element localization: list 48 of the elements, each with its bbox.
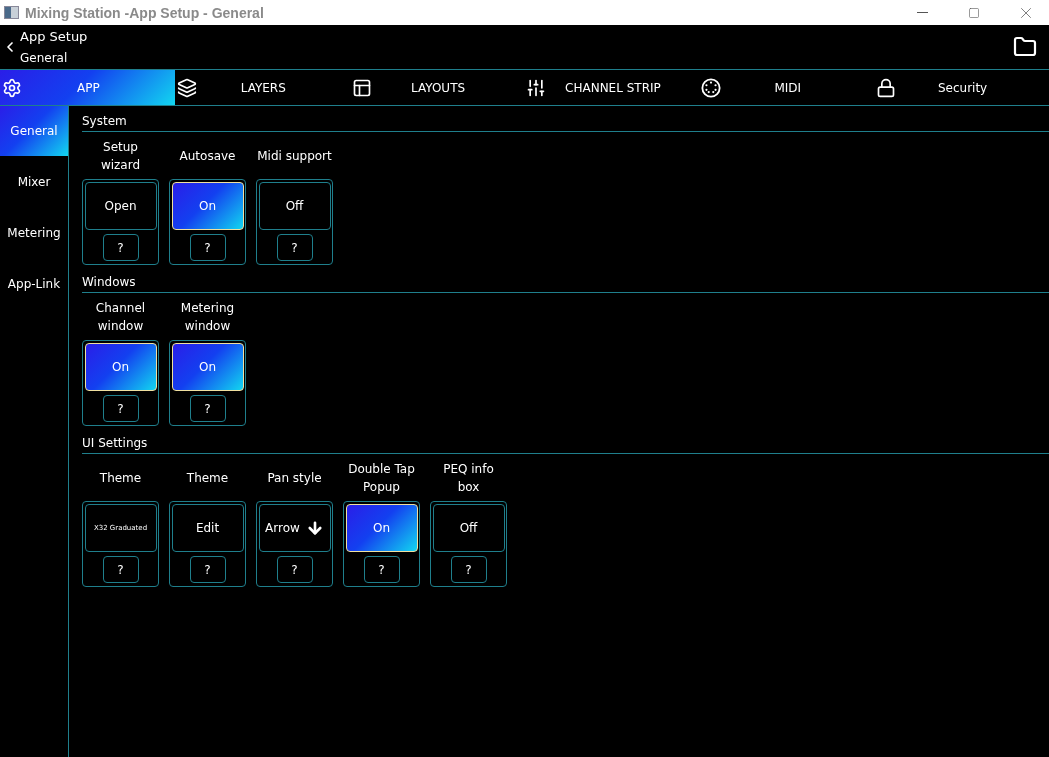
toggle-button[interactable]: On xyxy=(84,343,157,391)
sliders-icon xyxy=(526,77,547,98)
setting-label: Pan style xyxy=(266,470,323,487)
setting-label: Channel window xyxy=(94,300,147,335)
setting-button[interactable]: Open xyxy=(84,182,157,230)
toggle-button[interactable]: Off xyxy=(258,182,331,230)
setting-label: Theme xyxy=(185,470,230,487)
help-button[interactable]: ? xyxy=(363,556,400,583)
setting-label: Autosave xyxy=(178,148,237,165)
minimize-icon xyxy=(916,12,928,13)
maximize-icon xyxy=(968,6,980,19)
setting-label: Double Tap Popup xyxy=(347,461,416,496)
section-title: System xyxy=(82,106,1049,132)
toggle-button[interactable]: Off xyxy=(432,504,505,552)
folder-icon xyxy=(1013,35,1037,59)
page-title: App Setup xyxy=(20,28,89,46)
help-button[interactable]: ? xyxy=(102,395,139,422)
setting-label: Midi support xyxy=(256,148,333,165)
help-button[interactable]: ? xyxy=(189,234,226,261)
help-button[interactable]: ? xyxy=(450,556,487,583)
help-button[interactable]: ? xyxy=(189,395,226,422)
sidebar-item[interactable]: General xyxy=(0,106,68,156)
help-button[interactable]: ? xyxy=(102,556,139,583)
settings-icon xyxy=(2,77,22,98)
section-title: UI Settings xyxy=(82,428,1049,454)
page-subtitle: General xyxy=(20,50,69,67)
lock-icon xyxy=(876,77,897,98)
help-button[interactable]: ? xyxy=(276,556,313,583)
dropdown-button[interactable]: Arrow xyxy=(258,504,331,552)
setting-button[interactable]: Edit xyxy=(171,504,244,552)
layout-icon xyxy=(351,77,372,98)
help-button[interactable]: ? xyxy=(102,234,139,261)
tab[interactable]: APP xyxy=(0,70,175,105)
connector-icon xyxy=(701,76,722,99)
help-button[interactable]: ? xyxy=(276,234,313,261)
section-title: Windows xyxy=(82,267,1049,293)
setting-label: Theme xyxy=(98,470,143,487)
layers-icon xyxy=(176,77,197,98)
setting-label: PEQ info box xyxy=(442,461,495,496)
toggle-button[interactable]: On xyxy=(171,182,244,230)
folder-button[interactable] xyxy=(1013,35,1037,59)
toggle-button[interactable]: On xyxy=(171,343,244,391)
setting-label: Metering window xyxy=(179,300,236,335)
app-icon xyxy=(4,6,19,19)
window-title: Mixing Station -App Setup - General xyxy=(25,4,265,21)
setting-label: Setup wizard xyxy=(99,139,142,174)
toggle-button[interactable]: On xyxy=(345,504,418,552)
help-button[interactable]: ? xyxy=(189,556,226,583)
